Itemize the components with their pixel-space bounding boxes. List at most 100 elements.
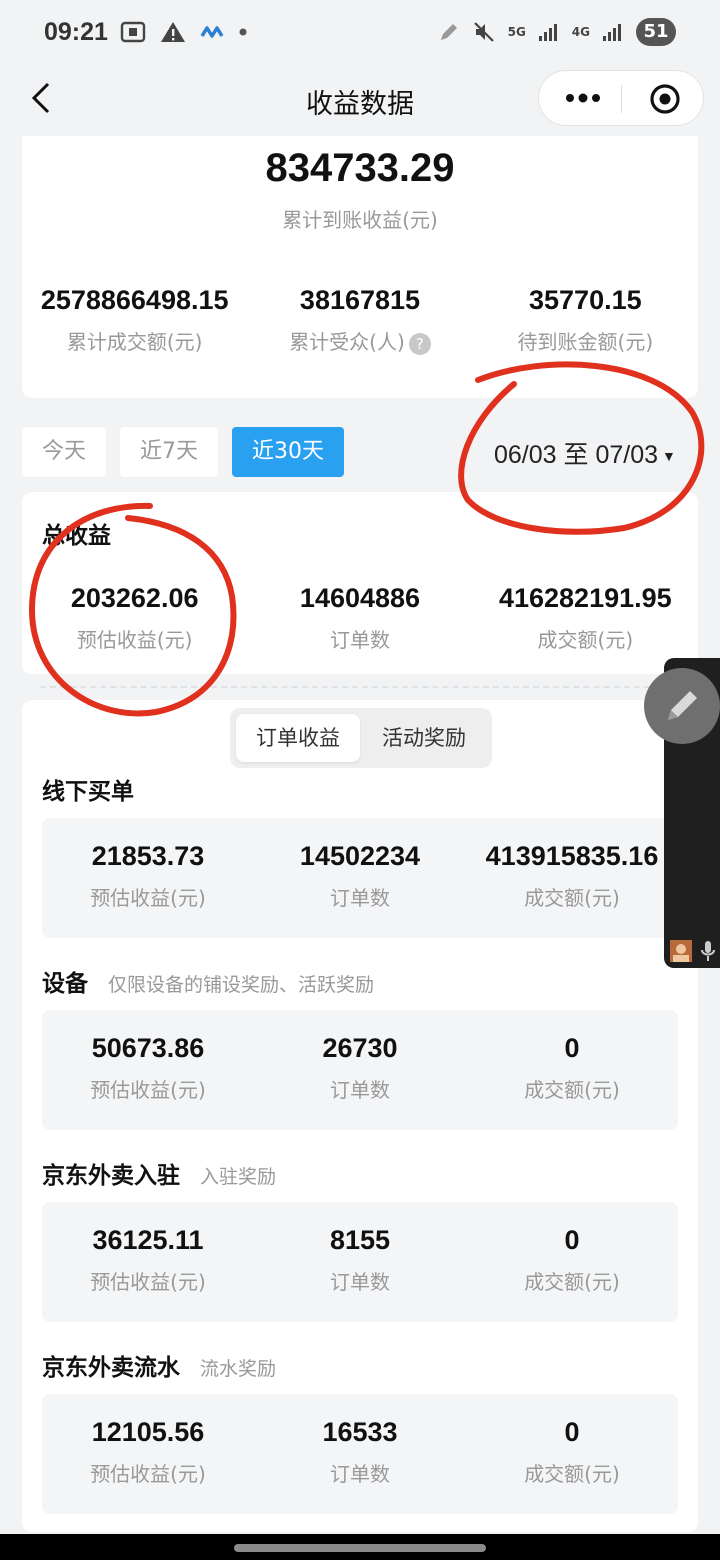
stat-label: 订单数: [330, 1078, 390, 1102]
section-title: 线下买单: [42, 779, 134, 805]
network-5g-label: 5G: [507, 25, 526, 39]
stat-value: 8155: [329, 1225, 391, 1255]
stat-value: 0: [564, 1033, 580, 1063]
stat-label: 累计成交额(元): [66, 330, 203, 354]
tab-7-days[interactable]: 近7天: [120, 427, 219, 477]
date-range-picker[interactable]: 06/03 至 07/03 ▼: [494, 435, 676, 471]
section-stat-estimated: 36125.11 预估收益(元): [42, 1220, 254, 1295]
total-income-title: 总收益: [42, 523, 111, 549]
avatar-icon: [670, 940, 692, 962]
section-stat-estimated: 21853.73 预估收益(元): [42, 836, 254, 911]
settled-income-label: 累计到账收益(元): [282, 208, 438, 232]
stat-label: 预估收益(元): [90, 1462, 206, 1486]
more-icon[interactable]: [561, 83, 605, 113]
stat-value: 14502234: [299, 841, 421, 871]
floating-pen-button[interactable]: [644, 668, 720, 744]
section-subtitle: 入驻奖励: [200, 1166, 277, 1188]
section-stats-panel: 50673.86 预估收益(元) 26730 订单数 0 成交额(元): [42, 1010, 678, 1130]
stat-label: 成交额(元): [524, 886, 620, 910]
stat-label: 订单数: [329, 628, 390, 652]
close-mini-program-icon[interactable]: [649, 83, 681, 115]
home-indicator[interactable]: [234, 1544, 486, 1552]
pen-status-icon: [440, 24, 457, 40]
section-title-row: 线下买单: [42, 772, 134, 806]
income-type-segment: 订单收益 活动奖励: [230, 708, 492, 768]
section-stat-orders: 16533 订单数: [254, 1412, 466, 1487]
summary-stats: 2578866498.15 累计成交额(元) 38167815 累计受众(人)?…: [22, 280, 698, 355]
section-stat-turnover: 0 成交额(元): [466, 1220, 678, 1295]
stat-label: 订单数: [330, 1462, 390, 1486]
section-title-row: 京东外卖入驻 入驻奖励: [42, 1156, 276, 1190]
stat-value: 416282191.95: [498, 583, 672, 613]
stat-value: 203262.06: [70, 583, 199, 613]
stat-label: 累计受众(人)?: [247, 326, 472, 355]
stat-label: 成交额(元): [537, 628, 634, 652]
section-stat-orders: 8155 订单数: [254, 1220, 466, 1295]
tab-today[interactable]: 今天: [22, 427, 107, 477]
home-indicator-bar: [0, 1534, 720, 1560]
section-stat-turnover: 0 成交额(元): [466, 1028, 678, 1103]
stat-label: 成交额(元): [524, 1078, 620, 1102]
screenshot-icon: [120, 21, 146, 43]
section-subtitle: 流水奖励: [200, 1358, 277, 1380]
stat-value: 21853.73: [91, 841, 205, 871]
nav-bar: 收益数据: [0, 66, 720, 130]
microphone-icon[interactable]: [700, 940, 716, 962]
summary-card: 834733.29 累计到账收益(元) 2578866498.15 累计成交额(…: [22, 136, 698, 398]
total-stat-turnover: 416282191.95 成交额(元): [473, 578, 698, 653]
help-icon[interactable]: ?: [408, 332, 431, 355]
stat-value: 35770.15: [529, 285, 642, 315]
section-stat-estimated: 12105.56 预估收益(元): [42, 1412, 254, 1487]
summary-stat-pending: 35770.15 待到账金额(元): [473, 280, 698, 355]
stat-label: 订单数: [330, 886, 390, 910]
status-bar: 09:21 5G 4G 51: [0, 0, 720, 66]
section-stats: 12105.56 预估收益(元) 16533 订单数 0 成交额(元): [42, 1412, 678, 1487]
section-stats: 36125.11 预估收益(元) 8155 订单数 0 成交额(元): [42, 1220, 678, 1295]
total-income-card: 总收益 203262.06 预估收益(元) 14604886 订单数 41628…: [22, 492, 698, 674]
date-range-text: 06/03 至 07/03: [494, 441, 659, 469]
stat-value: 14604886: [299, 583, 421, 613]
stat-label: 订单数: [330, 1270, 390, 1294]
section-stats-panel: 36125.11 预估收益(元) 8155 订单数 0 成交额(元): [42, 1202, 678, 1322]
stat-value: 2578866498.15: [40, 285, 229, 315]
total-stat-estimated: 203262.06 预估收益(元): [22, 578, 247, 653]
settled-income-value: 834733.29: [265, 146, 455, 190]
section-title-row: 设备 仅限设备的铺设奖励、活跃奖励: [42, 964, 374, 998]
section-stats: 50673.86 预估收益(元) 26730 订单数 0 成交额(元): [42, 1028, 678, 1103]
capsule-divider: [621, 85, 622, 113]
period-tabs: 今天 近7天 近30天: [22, 427, 345, 477]
stat-value: 0: [564, 1417, 580, 1447]
status-right-icons: 5G 4G 51: [438, 18, 676, 46]
section-stats-panel: 21853.73 预估收益(元) 14502234 订单数 413915835.16…: [42, 818, 678, 938]
mute-icon: [473, 22, 494, 42]
stat-value: 26730: [322, 1033, 398, 1063]
status-left-icons: [120, 20, 248, 44]
stat-value: 38167815: [299, 285, 421, 315]
section-title: 设备: [42, 971, 88, 997]
stat-label: 预估收益(元): [90, 886, 206, 910]
stat-value: 36125.11: [92, 1225, 204, 1255]
stat-value: 12105.56: [91, 1417, 205, 1447]
dot-icon: [239, 28, 247, 36]
section-title-row: 京东外卖流水 流水奖励: [42, 1348, 276, 1382]
breakdown-card: 订单收益 活动奖励 线下买单 21853.73 预估收益(元) 14502234 订…: [22, 700, 698, 1532]
signal-icon-2: [603, 24, 621, 41]
segment-order-income[interactable]: 订单收益: [236, 714, 360, 762]
stat-label: 预估收益(元): [90, 1078, 206, 1102]
section-stat-orders: 14502234 订单数: [254, 836, 466, 911]
status-time: 09:21: [44, 18, 108, 46]
stat-label: 成交额(元): [524, 1270, 620, 1294]
section-stat-orders: 26730 订单数: [254, 1028, 466, 1103]
section-stat-turnover: 0 成交额(元): [466, 1412, 678, 1487]
stat-label: 待到账金额(元): [517, 330, 654, 354]
stat-label-text: 累计受众(人): [289, 330, 405, 354]
battery-indicator: 51: [636, 18, 676, 46]
section-stat-turnover: 413915835.16 成交额(元): [466, 836, 678, 911]
stat-label: 预估收益(元): [76, 628, 193, 652]
caret-down-icon: ▼: [662, 448, 676, 465]
network-4g-label: 4G: [571, 25, 590, 39]
stat-value: 16533: [322, 1417, 398, 1447]
tab-30-days[interactable]: 近30天: [232, 427, 345, 477]
section-title: 京东外卖入驻: [42, 1163, 180, 1189]
segment-activity-reward[interactable]: 活动奖励: [362, 714, 486, 762]
